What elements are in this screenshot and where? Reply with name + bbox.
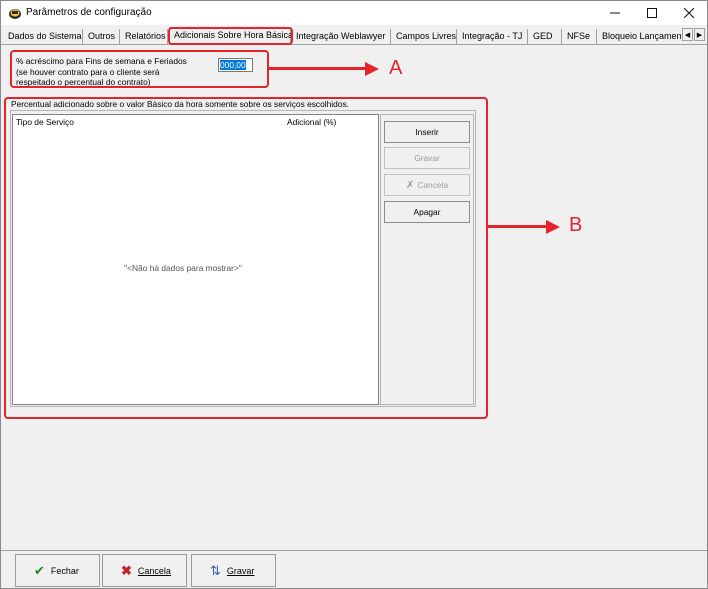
config-window: Parâmetros de configuração Dados do Sist… bbox=[0, 0, 708, 589]
tab-nfse[interactable]: NFSe bbox=[563, 29, 597, 45]
arrow-b-line bbox=[488, 225, 550, 228]
tab-dados-do-sistema[interactable]: Dados do Sistema bbox=[4, 29, 83, 45]
highlight-section-b bbox=[4, 97, 488, 419]
arrow-left-icon: ◀ bbox=[684, 31, 691, 39]
arrow-right-icon: ▶ bbox=[696, 31, 703, 39]
footer-save-button[interactable]: ⇅ Gravar bbox=[191, 554, 276, 587]
tab-scroll-right-button[interactable]: ▶ bbox=[694, 28, 705, 41]
tab-outros[interactable]: Outros bbox=[84, 29, 120, 45]
cancel-x-icon: ✖ bbox=[121, 562, 132, 578]
tab-scroll-left-button[interactable]: ◀ bbox=[682, 28, 693, 41]
window-title: Parâmetros de configuração bbox=[26, 7, 152, 18]
tab-strip: Dados do Sistema Outros Relatórios Adici… bbox=[1, 27, 707, 45]
footer-divider bbox=[1, 550, 707, 551]
maximize-button[interactable] bbox=[634, 1, 670, 25]
tab-ged[interactable]: GED bbox=[529, 29, 562, 45]
footer-cancel-button[interactable]: ✖ Cancela bbox=[102, 554, 187, 587]
tab-integracao-tj[interactable]: Integração - TJ bbox=[458, 29, 528, 45]
arrow-a-line bbox=[269, 67, 369, 70]
footer-cancel-label: Cancela bbox=[137, 565, 171, 576]
arrow-a-icon bbox=[365, 62, 379, 76]
fechar-label: Fechar bbox=[50, 565, 79, 576]
annotation-b-label: B bbox=[569, 214, 583, 236]
checkmark-icon: ✔ bbox=[34, 562, 45, 578]
minimize-button[interactable] bbox=[597, 1, 633, 25]
maximize-icon bbox=[647, 8, 657, 18]
minimize-icon bbox=[610, 12, 620, 14]
annotation-a-label: A bbox=[389, 57, 403, 79]
footer-save-label: Gravar bbox=[226, 565, 255, 576]
tab-bloqueio-lancamento[interactable]: Bloqueio Lançament bbox=[598, 29, 682, 45]
fechar-button[interactable]: ✔ Fechar bbox=[15, 554, 100, 587]
tab-integracao-weblawyer[interactable]: Integração Weblawyer bbox=[292, 29, 391, 45]
tab-campos-livres[interactable]: Campos Livres bbox=[392, 29, 457, 45]
highlight-section-a bbox=[10, 50, 269, 88]
tab-relatorios[interactable]: Relatórios bbox=[121, 29, 168, 45]
arrow-b-icon bbox=[546, 220, 560, 234]
close-icon bbox=[684, 8, 694, 18]
close-button[interactable] bbox=[671, 1, 707, 25]
tab-divider bbox=[1, 44, 707, 45]
save-records-icon: ⇅ bbox=[210, 562, 221, 578]
highlight-active-tab bbox=[168, 27, 293, 45]
app-logo-icon bbox=[9, 9, 21, 19]
title-bar[interactable]: Parâmetros de configuração bbox=[1, 1, 707, 25]
